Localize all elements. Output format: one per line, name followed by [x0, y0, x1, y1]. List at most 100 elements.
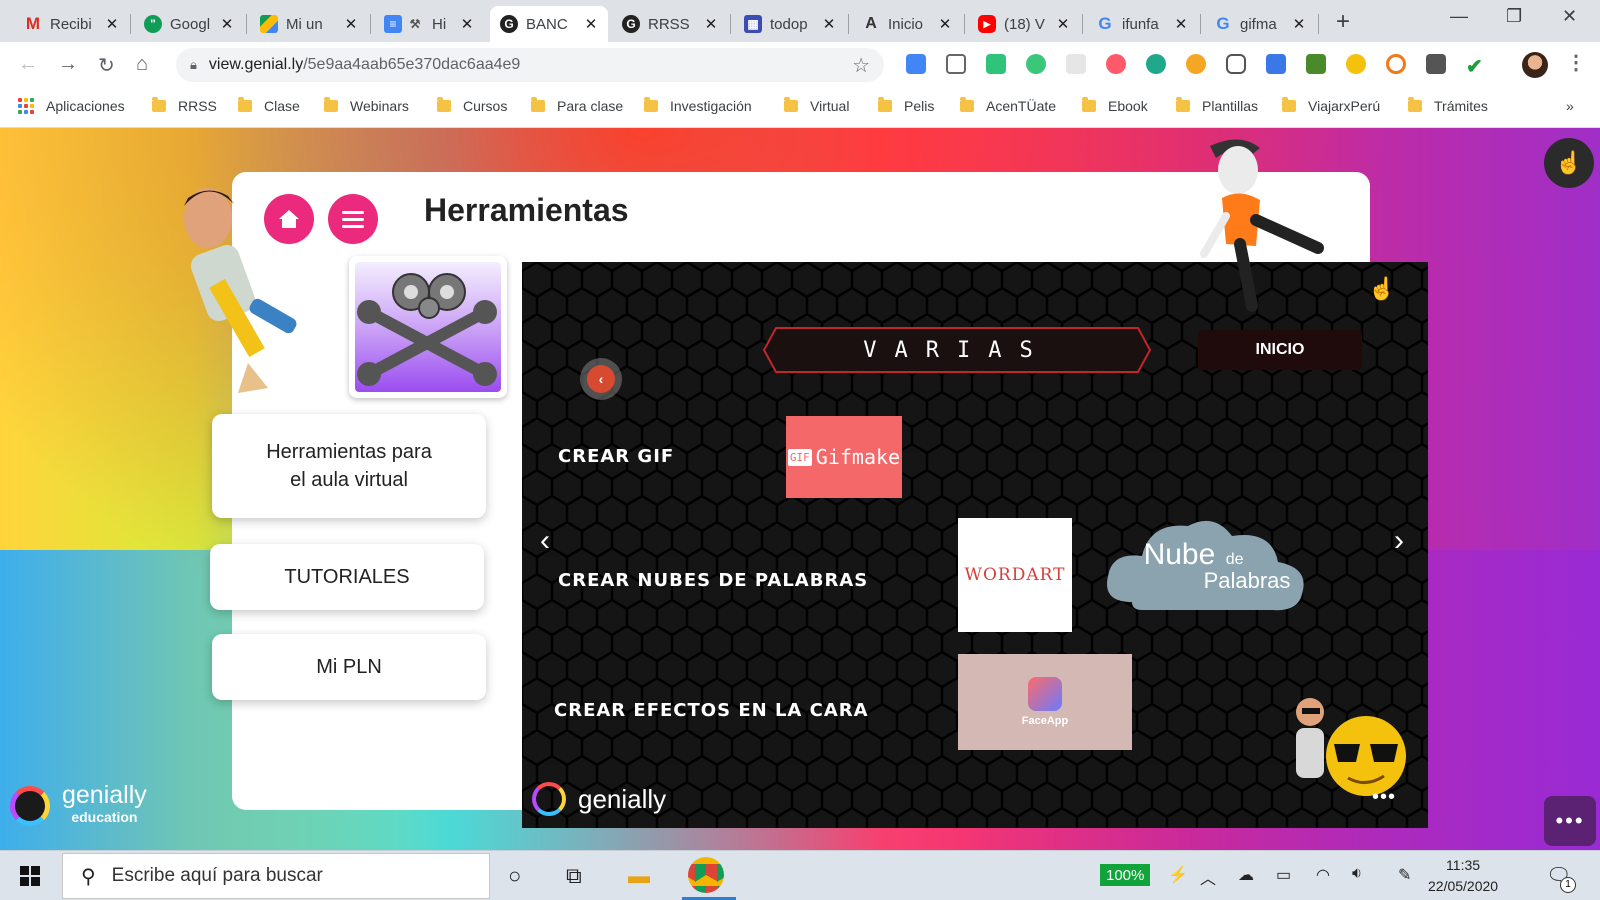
chrome-taskbar-icon[interactable]	[688, 857, 724, 893]
new-tab-button[interactable]: +	[1336, 8, 1350, 36]
task-view-icon[interactable]: ⧉	[566, 863, 582, 889]
cloud-text-line1: Nube	[1143, 538, 1216, 571]
record-extension-icon[interactable]	[1106, 54, 1126, 74]
close-icon[interactable]: ✕	[1290, 15, 1308, 33]
genially-footer-logo[interactable]: genially	[532, 782, 666, 816]
orange-extension-icon[interactable]	[1386, 54, 1406, 74]
chevron-up-icon[interactable]: ︿	[1200, 865, 1216, 889]
back-arrow-icon[interactable]: ←	[18, 53, 38, 76]
genially-education-logo[interactable]: genially education	[10, 783, 147, 828]
menu-button[interactable]	[328, 194, 378, 244]
prev-slide-arrow-icon[interactable]: ‹	[540, 524, 550, 558]
grid-extension-icon[interactable]	[946, 54, 966, 74]
menu-item-mi-pln[interactable]: Mi PLN	[212, 634, 486, 700]
volume-icon[interactable]: 🔉︎	[1352, 865, 1362, 883]
check-extension-icon[interactable]: ✔	[1466, 54, 1486, 78]
menu-item-tutoriales[interactable]: TUTORIALES	[210, 544, 484, 610]
tab-title: (18) V	[1004, 15, 1045, 33]
bookmark-folder-cursos[interactable]: Cursos	[437, 97, 507, 114]
system-clock[interactable]: 11:35 22/05/2020	[1428, 855, 1498, 897]
cookie-extension-icon[interactable]	[1186, 54, 1206, 74]
onedrive-icon[interactable]: ☁	[1238, 865, 1254, 885]
pocket-extension-icon[interactable]	[1226, 54, 1246, 74]
more-options-button[interactable]: •••	[1544, 796, 1596, 846]
nube-de-palabras-thumbnail[interactable]: Nube de Palabras	[1102, 512, 1312, 620]
chrome-menu-icon[interactable]: ⋮	[1566, 50, 1586, 74]
cortana-icon[interactable]: ○	[508, 863, 521, 889]
windows-start-icon[interactable]	[20, 866, 40, 886]
profile-avatar[interactable]	[1522, 52, 1548, 78]
home-icon[interactable]: ⌂	[136, 53, 148, 76]
tab-genially-banc[interactable]: G BANC ✕	[490, 6, 608, 42]
bulb-extension-icon[interactable]	[1426, 54, 1446, 74]
battery-icon[interactable]: ▭	[1276, 865, 1291, 885]
hand-pointer-icon[interactable]: ☝	[1368, 276, 1395, 302]
tab-ifunfa[interactable]: G ifunfa ✕	[1086, 6, 1198, 42]
grammarly-extension-icon[interactable]	[1026, 54, 1046, 74]
tab-youtube[interactable]: ▶ (18) V ✕	[968, 6, 1080, 42]
bookmark-star-icon[interactable]: ☆	[852, 53, 870, 78]
reader-extension-icon[interactable]	[1066, 54, 1086, 74]
bookmark-folder-acentuate[interactable]: AcenTÜate	[960, 97, 1056, 114]
menu-item-herramientas-aula-virtual[interactable]: Herramientas para el aula virtual	[212, 414, 486, 518]
presentation-more-button[interactable]: •••	[1372, 786, 1396, 809]
plug-icon: ⚡	[1168, 867, 1188, 884]
swirl-extension-icon[interactable]	[1146, 54, 1166, 74]
bookmark-folder-rrss[interactable]: RRSS	[152, 97, 217, 114]
evernote-extension-icon[interactable]	[1306, 54, 1326, 74]
close-icon[interactable]: ✕	[936, 15, 954, 33]
bookmark-folder-investigacion[interactable]: Investigación	[644, 97, 752, 114]
gifmake-thumbnail[interactable]: GIF Gifmake	[786, 416, 902, 498]
close-icon[interactable]: ✕	[582, 15, 600, 33]
screencastify-extension-icon[interactable]	[986, 54, 1006, 74]
bookmark-folder-clase[interactable]: Clase	[238, 97, 300, 114]
tab-gifma[interactable]: G gifma ✕	[1204, 6, 1316, 42]
tab-genially-rrss[interactable]: G RRSS ✕	[612, 6, 728, 42]
bookmark-folder-tramites[interactable]: Trámites	[1408, 97, 1488, 114]
tab-gmail[interactable]: M Recibi ✕	[14, 6, 129, 42]
bookmark-folder-pelis[interactable]: Pelis	[878, 97, 934, 114]
tab-todop[interactable]: ▦ todop ✕	[734, 6, 846, 42]
tab-hangouts[interactable]: " Googl ✕	[134, 6, 244, 42]
close-icon[interactable]: ✕	[342, 15, 360, 33]
close-icon[interactable]: ✕	[458, 15, 476, 33]
bookmark-folder-ebook[interactable]: Ebook	[1082, 97, 1148, 114]
next-slide-arrow-icon[interactable]: ›	[1394, 524, 1404, 558]
wifi-icon[interactable]: ◠	[1316, 865, 1330, 885]
bookmark-folder-para-clase[interactable]: Para clase	[531, 97, 623, 114]
bookmark-folder-virtual[interactable]: Virtual	[784, 97, 849, 114]
inicio-button[interactable]: INICIO	[1198, 330, 1362, 370]
faceapp-thumbnail[interactable]: FaceApp	[958, 654, 1132, 750]
close-icon[interactable]: ✕	[820, 15, 838, 33]
minimize-button[interactable]: —	[1450, 6, 1468, 27]
embedded-presentation[interactable]: VARIAS INICIO ‹ ‹ › ☝ CREAR GIF CREAR NU…	[522, 262, 1428, 828]
reload-icon[interactable]: ↻	[98, 53, 115, 78]
restore-button[interactable]: ❐	[1506, 6, 1522, 27]
close-window-button[interactable]: ✕	[1562, 6, 1577, 27]
thumbs-up-extension-icon[interactable]	[1346, 54, 1366, 74]
forward-arrow-icon[interactable]: →	[58, 53, 78, 76]
close-icon[interactable]: ✕	[1054, 15, 1072, 33]
address-bar[interactable]: 🔒︎ view.genial.ly/5e9aa4aab65e370dac6aa4…	[176, 48, 884, 82]
wordart-thumbnail[interactable]: WORDART	[958, 518, 1072, 632]
translate-extension-icon[interactable]	[906, 54, 926, 74]
close-icon[interactable]: ✕	[103, 15, 121, 33]
bookmarks-overflow-button[interactable]: »	[1566, 98, 1574, 114]
bookmark-folder-plantillas[interactable]: Plantillas	[1176, 97, 1258, 114]
close-icon[interactable]: ✕	[1172, 15, 1190, 33]
screen-3d-extension-icon[interactable]	[1266, 54, 1286, 74]
taskbar-search-box[interactable]: ⚲ Escribe aquí para buscar	[62, 853, 490, 899]
file-explorer-icon[interactable]: ▬	[628, 863, 650, 889]
interactivity-hint-button[interactable]: ☝	[1544, 138, 1594, 188]
tab-inicio[interactable]: A Inicio ✕	[852, 6, 962, 42]
close-icon[interactable]: ✕	[702, 15, 720, 33]
bookmark-folder-viajarxperu[interactable]: ViajarxPerú	[1282, 97, 1380, 114]
bookmark-apps[interactable]: Aplicaciones	[18, 98, 125, 114]
tab-drive[interactable]: Mi un ✕	[250, 6, 368, 42]
battery-indicator[interactable]: 100%	[1100, 864, 1151, 886]
back-button[interactable]: ‹	[580, 358, 622, 400]
pen-icon[interactable]: ✎	[1398, 865, 1411, 885]
bookmark-folder-webinars[interactable]: Webinars	[324, 97, 409, 114]
close-icon[interactable]: ✕	[218, 15, 236, 33]
tab-docs[interactable]: ≡ ⚒ Hi ✕	[374, 6, 484, 42]
